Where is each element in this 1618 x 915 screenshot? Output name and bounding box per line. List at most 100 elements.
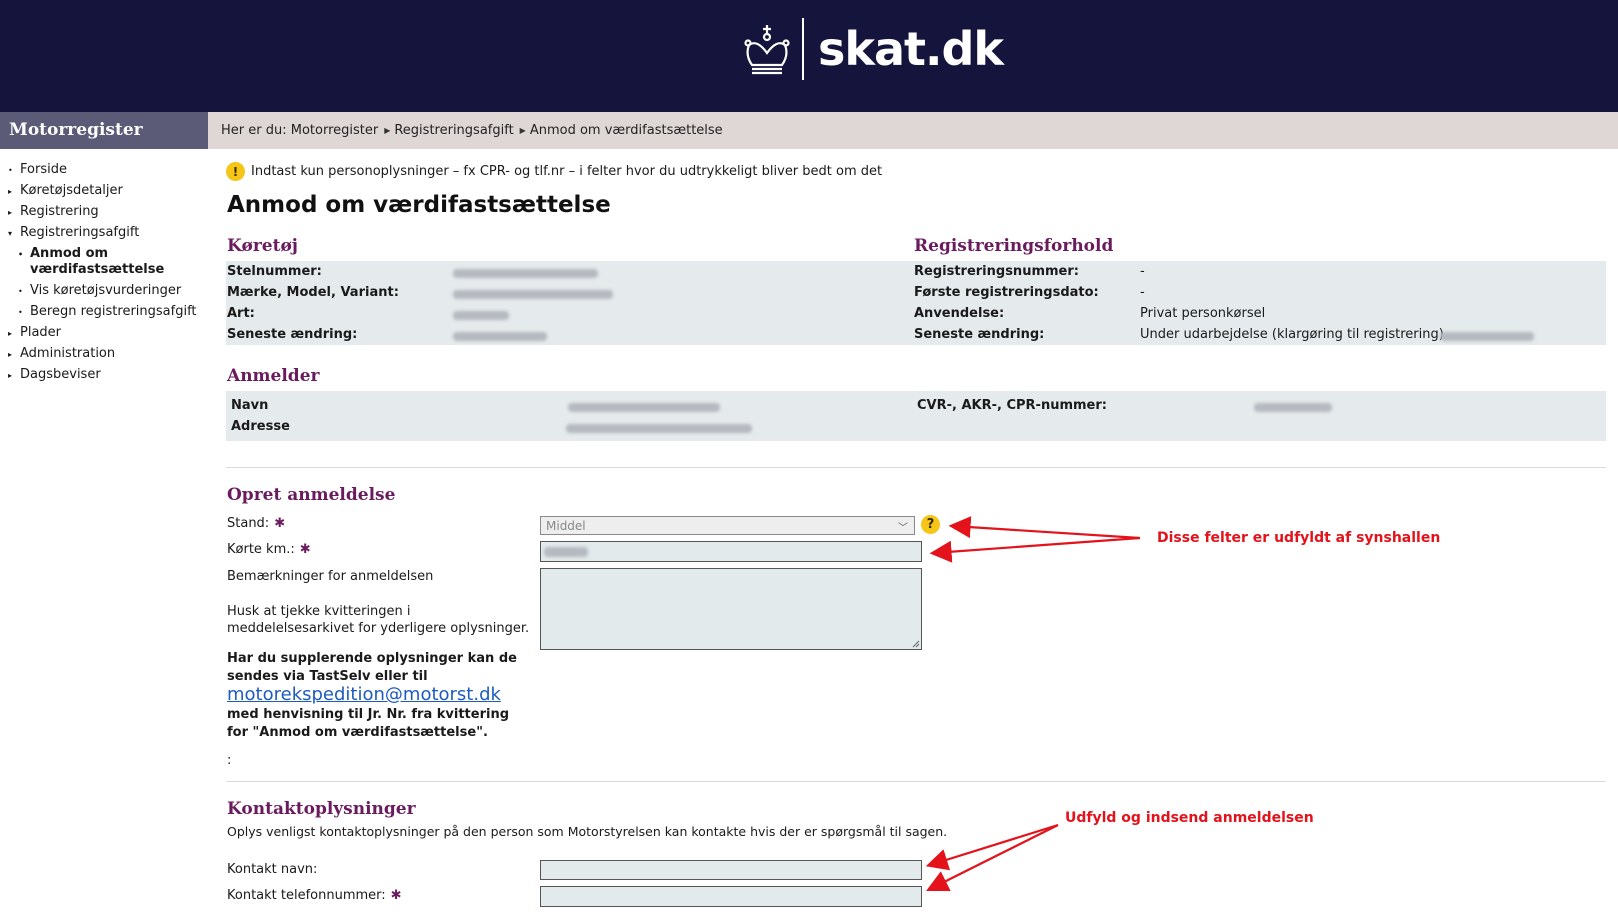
breadcrumb-separator-icon: ▶ <box>384 126 391 135</box>
condition-label: Stand: ✱ <box>227 516 285 531</box>
km-label: Kørte km.: ✱ <box>227 542 311 557</box>
registration-label: Seneste ændring: <box>914 327 1045 342</box>
sidebar-item-label: Dagsbeviser <box>20 367 101 382</box>
required-icon: ✱ <box>299 542 311 557</box>
condition-label-text: Stand: <box>227 516 270 531</box>
applicant-label: Navn <box>231 398 269 413</box>
applicant-section-title: Anmelder <box>227 366 320 386</box>
annotation-filled-by-inspection: Disse felter er udfyldt af synshallen <box>1157 530 1441 546</box>
sidebar-item-label: Forside <box>20 162 67 177</box>
arrow-to-contact-phone <box>926 824 1059 891</box>
breadcrumb-item-motorregister[interactable]: Her er du: Motorregister <box>221 123 378 138</box>
km-input[interactable] <box>540 541 922 562</box>
sidebar-item-label: Vis køretøjsvurderinger <box>30 283 182 298</box>
sidebar-item-label: Anmod om værdifastsættelse <box>30 246 165 277</box>
redacted-value <box>453 269 598 278</box>
remarks-label: Bemærkninger for anmeldelsen <box>227 569 434 584</box>
sidebar-item-administration[interactable]: ▸ Administration <box>8 346 208 367</box>
vehicle-label: Art: <box>227 306 255 321</box>
redacted-value <box>453 332 547 341</box>
registration-section-title: Registreringsforhold <box>914 236 1114 256</box>
sidebar-item-label: Plader <box>20 325 62 340</box>
email-link[interactable]: motorekspedition@motorst.dk <box>227 684 501 705</box>
breadcrumb-separator-icon: ▶ <box>519 126 526 135</box>
page-title: Anmod om værdifastsættelse <box>227 192 611 218</box>
expand-arrow-icon: ▸ <box>8 329 13 338</box>
registration-label: Anvendelse: <box>914 306 1005 321</box>
condition-select[interactable]: Middel ﹀ <box>540 516 915 535</box>
bullet-icon: • <box>8 166 13 175</box>
bullet-icon: • <box>18 250 24 259</box>
vehicle-section-title: Køretøj <box>227 236 298 256</box>
sidebar-item-forside[interactable]: • Forside <box>8 162 208 183</box>
arrow-to-condition <box>948 516 1141 540</box>
supplement-text: Har du supplerende oplysninger kan de se… <box>227 651 517 684</box>
sidebar-item-dagsbeviser[interactable]: ▸ Dagsbeviser <box>8 367 208 388</box>
breadcrumb-item-registreringsafgift[interactable]: Registreringsafgift <box>394 123 513 138</box>
vehicle-label: Stelnummer: <box>227 264 322 279</box>
logo-text: skat.dk <box>818 22 1004 76</box>
resize-handle-icon[interactable] <box>911 639 920 648</box>
receipt-hint: Husk at tjekke kvitteringen i meddelelse… <box>227 604 530 636</box>
contact-phone-label-text: Kontakt telefonnummer: <box>227 888 386 903</box>
redacted-value <box>1254 403 1332 412</box>
breadcrumb: Her er du: Motorregister ▶ Registrerings… <box>208 112 1618 149</box>
form-section-title: Opret anmeldelse <box>227 485 396 505</box>
supplement-text: med henvisning til Jr. Nr. fra kvitterin… <box>227 707 510 740</box>
condition-select-value: Middel <box>546 519 586 533</box>
registration-label: Første registreringsdato: <box>914 285 1099 300</box>
sidebar-item-beregn-registreringsafgift[interactable]: • Beregn registreringsafgift <box>8 304 208 325</box>
sidebar-nav: • Forside ▸ Køretøjsdetaljer ▸ Registrer… <box>8 162 208 388</box>
section-divider <box>226 781 1606 782</box>
required-icon: ✱ <box>390 888 402 903</box>
supplement-info: Har du supplerende oplysninger kan de se… <box>227 650 527 742</box>
privacy-notice: ! Indtast kun personoplysninger – fx CPR… <box>226 162 882 181</box>
registration-value: Under udarbejdelse (klargøring til regis… <box>1140 327 1444 342</box>
expand-arrow-icon: ▸ <box>8 350 13 359</box>
bullet-icon: • <box>18 308 23 317</box>
registration-value: - <box>1140 264 1145 279</box>
vehicle-label: Seneste ændring: <box>227 327 358 342</box>
remarks-textarea[interactable] <box>540 568 922 650</box>
expand-arrow-icon: ▸ <box>8 208 13 217</box>
contact-phone-input[interactable] <box>540 886 922 907</box>
logo-divider <box>802 18 804 80</box>
sidebar-item-vis-koretojsvurderinger[interactable]: • Vis køretøjsvurderinger <box>8 283 208 304</box>
sidebar-item-label: Køretøjsdetaljer <box>20 183 123 198</box>
expand-arrow-icon: ▸ <box>8 371 13 380</box>
contact-name-label: Kontakt navn: <box>227 862 318 877</box>
redacted-value <box>453 311 509 320</box>
registration-value: Privat personkørsel <box>1140 306 1266 321</box>
redacted-value <box>544 547 588 557</box>
contact-phone-label: Kontakt telefonnummer: ✱ <box>227 888 402 903</box>
sidebar-title[interactable]: Motorregister <box>0 112 208 149</box>
sidebar-item-label: Registreringsafgift <box>20 225 140 240</box>
required-icon: ✱ <box>274 516 286 531</box>
arrow-to-contact-name <box>925 823 1059 871</box>
warning-icon: ! <box>226 162 245 181</box>
sidebar-item-registreringsafgift[interactable]: ▾ Registreringsafgift <box>8 225 208 246</box>
contact-description: Oplys venligst kontaktoplysninger på den… <box>227 824 948 839</box>
registration-value: - <box>1140 285 1145 300</box>
sidebar-item-koretojsdetaljer[interactable]: ▸ Køretøjsdetaljer <box>8 183 208 204</box>
contact-name-input[interactable] <box>540 860 922 880</box>
applicant-info-box <box>226 391 1606 441</box>
chevron-down-icon: ﹀ <box>898 523 908 534</box>
contact-section-title: Kontaktoplysninger <box>227 799 416 819</box>
sidebar-item-label: Administration <box>20 346 116 361</box>
bullet-icon: • <box>18 287 23 296</box>
sidebar-item-plader[interactable]: ▸ Plader <box>8 325 208 346</box>
skat-logo[interactable]: skat.dk <box>744 18 1004 80</box>
redacted-value <box>453 290 613 299</box>
annotation-fill-and-submit: Udfyld og indsend anmeldelsen <box>1065 810 1314 826</box>
applicant-label: CVR-, AKR-, CPR-nummer: <box>917 398 1107 413</box>
help-icon[interactable]: ? <box>921 515 940 534</box>
form-colon: : <box>227 753 232 768</box>
sidebar-item-anmod-om-vaerdifastsaettelse[interactable]: • Anmod om værdifastsættelse <box>8 246 208 283</box>
privacy-notice-text: Indtast kun personoplysninger – fx CPR- … <box>251 164 883 179</box>
applicant-label: Adresse <box>231 419 290 434</box>
redacted-value <box>566 424 752 433</box>
sidebar-item-registrering[interactable]: ▸ Registrering <box>8 204 208 225</box>
collapse-arrow-icon: ▾ <box>8 229 13 238</box>
vehicle-label: Mærke, Model, Variant: <box>227 285 399 300</box>
